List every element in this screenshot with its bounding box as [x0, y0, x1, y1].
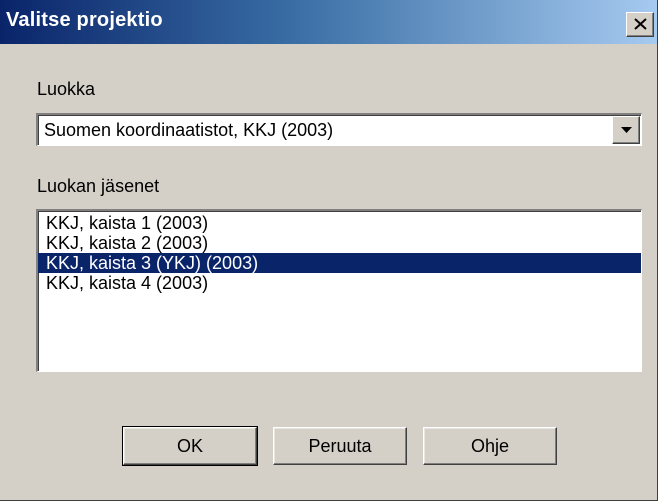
category-label: Luokka	[37, 79, 96, 99]
list-item[interactable]: KKJ, kaista 4 (2003)	[38, 273, 641, 293]
cancel-button[interactable]: Peruuta	[273, 427, 407, 465]
category-dropdown-button[interactable]	[612, 116, 640, 144]
chevron-down-icon	[621, 127, 632, 133]
projection-dialog: Valitse projektio Luokka Suomen koordina…	[0, 0, 658, 501]
members-label: Luokan jäsenet	[37, 176, 160, 196]
list-item[interactable]: KKJ, kaista 2 (2003)	[38, 233, 641, 253]
title-bar[interactable]: Valitse projektio	[0, 0, 657, 44]
help-button[interactable]: Ohje	[423, 427, 557, 465]
close-button[interactable]	[626, 12, 654, 37]
members-listbox[interactable]: KKJ, kaista 1 (2003) KKJ, kaista 2 (2003…	[36, 209, 642, 372]
list-item-selected[interactable]: KKJ, kaista 3 (YKJ) (2003)	[38, 253, 641, 273]
ok-button[interactable]: OK	[122, 426, 258, 466]
list-item[interactable]: KKJ, kaista 1 (2003)	[38, 213, 641, 233]
close-icon	[634, 18, 647, 30]
category-select[interactable]: Suomen koordinaatistot, KKJ (2003)	[36, 113, 642, 146]
window-title: Valitse projektio	[6, 9, 163, 31]
category-select-value: Suomen koordinaatistot, KKJ (2003)	[44, 120, 334, 140]
